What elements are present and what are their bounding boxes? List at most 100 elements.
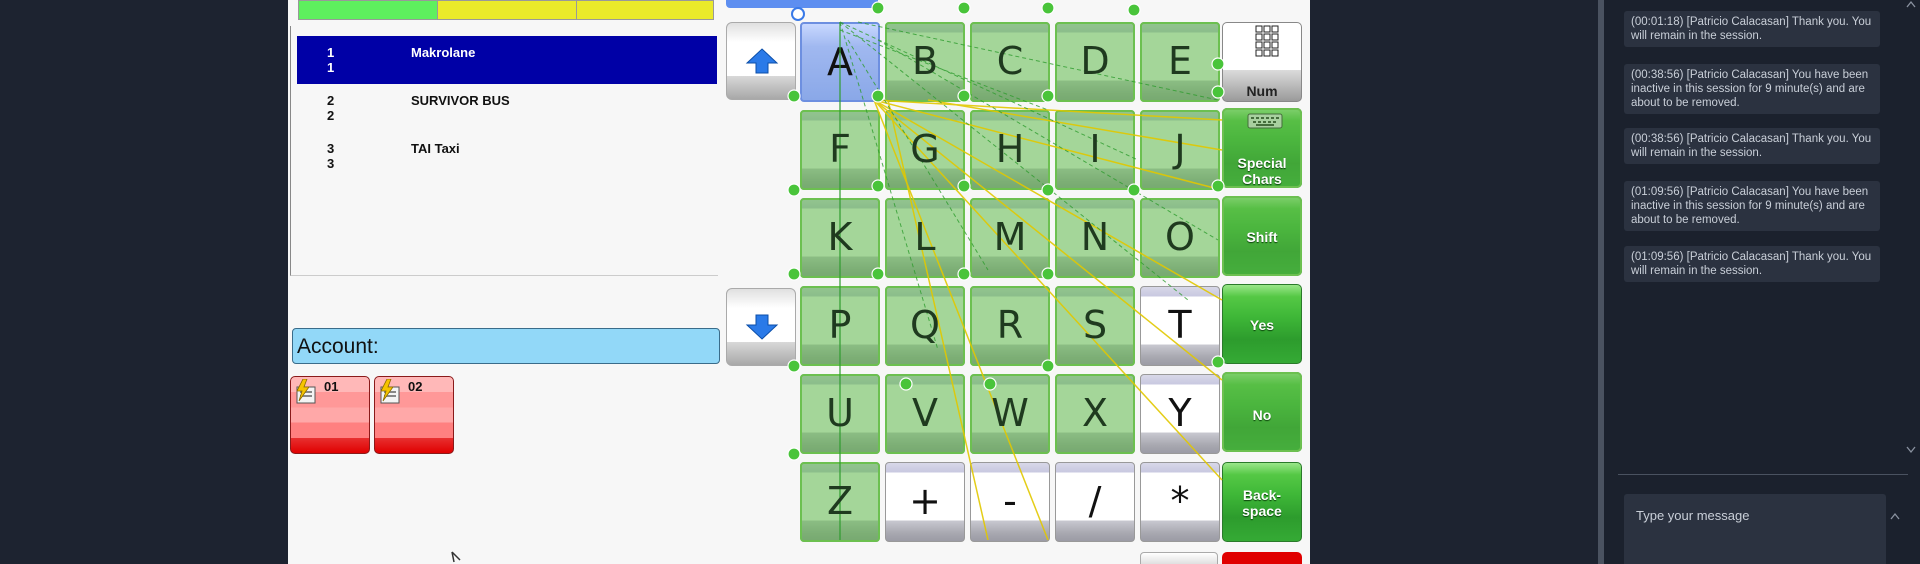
key-asterisk[interactable]: *: [1140, 462, 1220, 542]
arrow-down-icon: [745, 314, 779, 340]
order-row-3[interactable]: 3 3 TAI Taxi: [297, 132, 717, 180]
special-chars-label-line1: Special: [1237, 155, 1287, 171]
gauge-arc: [1168, 0, 1288, 30]
key-z[interactable]: Z: [800, 462, 880, 542]
key-label: B: [911, 39, 939, 83]
key-i[interactable]: I: [1055, 110, 1135, 190]
key-label: O: [1165, 215, 1195, 259]
chat-panel: (00:01:18) [Patricio Calacasan] Thank yo…: [1604, 0, 1920, 564]
key-minus[interactable]: -: [970, 462, 1050, 542]
tile-label: 02: [408, 379, 423, 394]
chat-message: (00:38:56) [Patricio Calacasan] You have…: [1624, 64, 1880, 114]
yes-key[interactable]: Yes: [1222, 284, 1302, 364]
keyboard-icon: [1247, 113, 1283, 129]
key-d[interactable]: D: [1055, 22, 1135, 102]
order-name: Makrolane: [411, 45, 476, 60]
key-label: D: [1080, 39, 1110, 83]
key-label: F: [829, 127, 851, 171]
key-p[interactable]: P: [800, 286, 880, 366]
key-e[interactable]: E: [1140, 22, 1220, 102]
chevron-up-icon[interactable]: [1890, 512, 1900, 520]
key-g[interactable]: G: [885, 110, 965, 190]
key-x[interactable]: X: [1055, 374, 1135, 454]
status-strip-yellow-2: [576, 0, 714, 20]
shift-key[interactable]: Shift: [1222, 196, 1302, 276]
chat-scrollbar[interactable]: [1902, 0, 1920, 470]
key-w[interactable]: W: [970, 374, 1050, 454]
special-chars-label-line2: Chars: [1242, 171, 1282, 187]
chevron-down-icon: [1906, 446, 1916, 454]
order-subnumber: 1: [327, 60, 335, 75]
key-m[interactable]: M: [970, 198, 1050, 278]
key-k[interactable]: K: [800, 198, 880, 278]
key-q[interactable]: Q: [885, 286, 965, 366]
key-a[interactable]: A: [800, 22, 880, 102]
tile-02[interactable]: 02: [374, 376, 454, 454]
key-label: T: [1168, 303, 1192, 347]
key-c[interactable]: C: [970, 22, 1050, 102]
order-name: SURVIVOR BUS: [411, 93, 510, 108]
key-label: U: [826, 391, 854, 435]
key-v[interactable]: V: [885, 374, 965, 454]
key-l[interactable]: L: [885, 198, 965, 278]
backspace-label-line1: Back-: [1242, 487, 1282, 503]
key-y[interactable]: Y: [1140, 374, 1220, 454]
order-list: 1 1 Makrolane 2 2 SURVIVOR BUS 3 3 TAI T…: [290, 26, 718, 276]
key-s[interactable]: S: [1055, 286, 1135, 366]
order-name: TAI Taxi: [411, 141, 460, 156]
special-chars-key[interactable]: Special Chars: [1222, 108, 1302, 188]
chat-message-input[interactable]: [1624, 494, 1886, 564]
key-partial-bottom[interactable]: [1140, 552, 1218, 564]
order-row-1[interactable]: 1 1 Makrolane: [297, 36, 717, 84]
order-subnumber: 2: [327, 108, 335, 123]
arrow-up-icon: [745, 48, 779, 74]
screen: 1 1 Makrolane 2 2 SURVIVOR BUS 3 3 TAI T…: [0, 0, 1920, 564]
key-label: P: [828, 303, 852, 347]
key-label: W: [991, 391, 1029, 435]
order-number: 2: [327, 93, 335, 108]
key-label: Q: [910, 303, 940, 347]
key-label: J: [1174, 127, 1186, 171]
key-slash[interactable]: /: [1055, 462, 1135, 542]
key-t[interactable]: T: [1140, 286, 1220, 366]
key-label: A: [827, 40, 853, 84]
key-b[interactable]: B: [885, 22, 965, 102]
backspace-label-line2: space: [1242, 503, 1282, 519]
key-label: V: [912, 391, 938, 435]
shift-key-label: Shift: [1246, 229, 1278, 245]
scroll-up-button[interactable]: [726, 22, 796, 100]
no-key[interactable]: No: [1222, 372, 1302, 452]
chat-separator: [1618, 474, 1908, 475]
key-o[interactable]: O: [1140, 198, 1220, 278]
status-strip-yellow-1: [437, 0, 577, 20]
key-n[interactable]: N: [1055, 198, 1135, 278]
status-strip-green: [298, 0, 438, 20]
tile-01[interactable]: 01: [290, 376, 370, 454]
key-label: E: [1167, 39, 1192, 83]
key-u[interactable]: U: [800, 374, 880, 454]
top-blue-bar: [726, 0, 878, 8]
numpad-icon: [1255, 25, 1279, 57]
backspace-key[interactable]: Back- space: [1222, 462, 1302, 542]
key-label: R: [996, 303, 1024, 347]
key-j[interactable]: J: [1140, 110, 1220, 190]
key-label: S: [1082, 303, 1108, 347]
scroll-down-button[interactable]: [726, 288, 796, 366]
num-key-label: Num: [1246, 83, 1278, 99]
key-label: X: [1081, 391, 1109, 435]
order-number: 3: [327, 141, 335, 156]
key-label: C: [996, 39, 1024, 83]
account-bar[interactable]: Account:: [292, 328, 720, 364]
key-h[interactable]: H: [970, 110, 1050, 190]
red-key-partial[interactable]: [1222, 552, 1302, 564]
chat-message: (01:09:56) [Patricio Calacasan] You have…: [1624, 181, 1880, 231]
key-plus[interactable]: +: [885, 462, 965, 542]
key-label: Y: [1168, 391, 1192, 435]
key-f[interactable]: F: [800, 110, 880, 190]
key-r[interactable]: R: [970, 286, 1050, 366]
chevron-up-icon: [1906, 0, 1916, 8]
num-key[interactable]: Num: [1222, 22, 1302, 102]
no-key-label: No: [1252, 407, 1272, 423]
order-row-2[interactable]: 2 2 SURVIVOR BUS: [297, 84, 717, 132]
chat-message: (01:09:56) [Patricio Calacasan] Thank yo…: [1624, 246, 1880, 282]
